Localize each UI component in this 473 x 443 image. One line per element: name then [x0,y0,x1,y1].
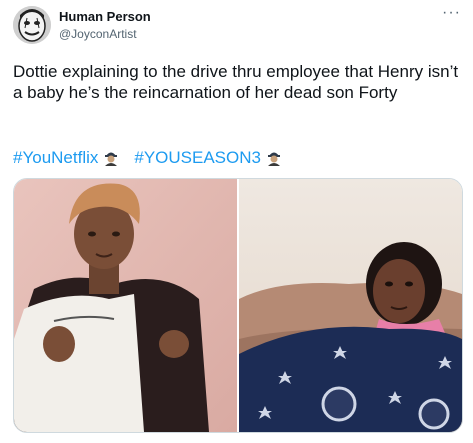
you-hashtag-emoji-icon [105,152,118,166]
mime-face-avatar-icon [13,6,51,44]
hashtag-label: #YOUSEASON3 [134,148,261,167]
author-display-name[interactable]: Human Person [59,9,151,24]
more-horizontal-icon: ··· [442,4,461,21]
meme-image-woman-on-couch[interactable] [239,179,462,432]
meme-image-young-woman-explaining[interactable] [14,179,237,432]
hashtag-label: #YouNetflix [13,148,99,167]
you-hashtag-emoji-icon [267,152,280,166]
tweet-text: Dottie explaining to the drive thru empl… [13,62,459,102]
author-avatar[interactable] [13,6,51,44]
hashtag-youseason3[interactable]: #YOUSEASON3 [134,147,281,168]
author-handle[interactable]: @JoyconArtist [59,27,137,41]
hashtag-row: #YouNetflix #YOUSEASON3 [13,147,281,168]
more-options-button[interactable]: ··· [442,4,461,22]
hashtag-younetflix[interactable]: #YouNetflix [13,147,118,168]
tweet-media-grid [13,178,463,433]
